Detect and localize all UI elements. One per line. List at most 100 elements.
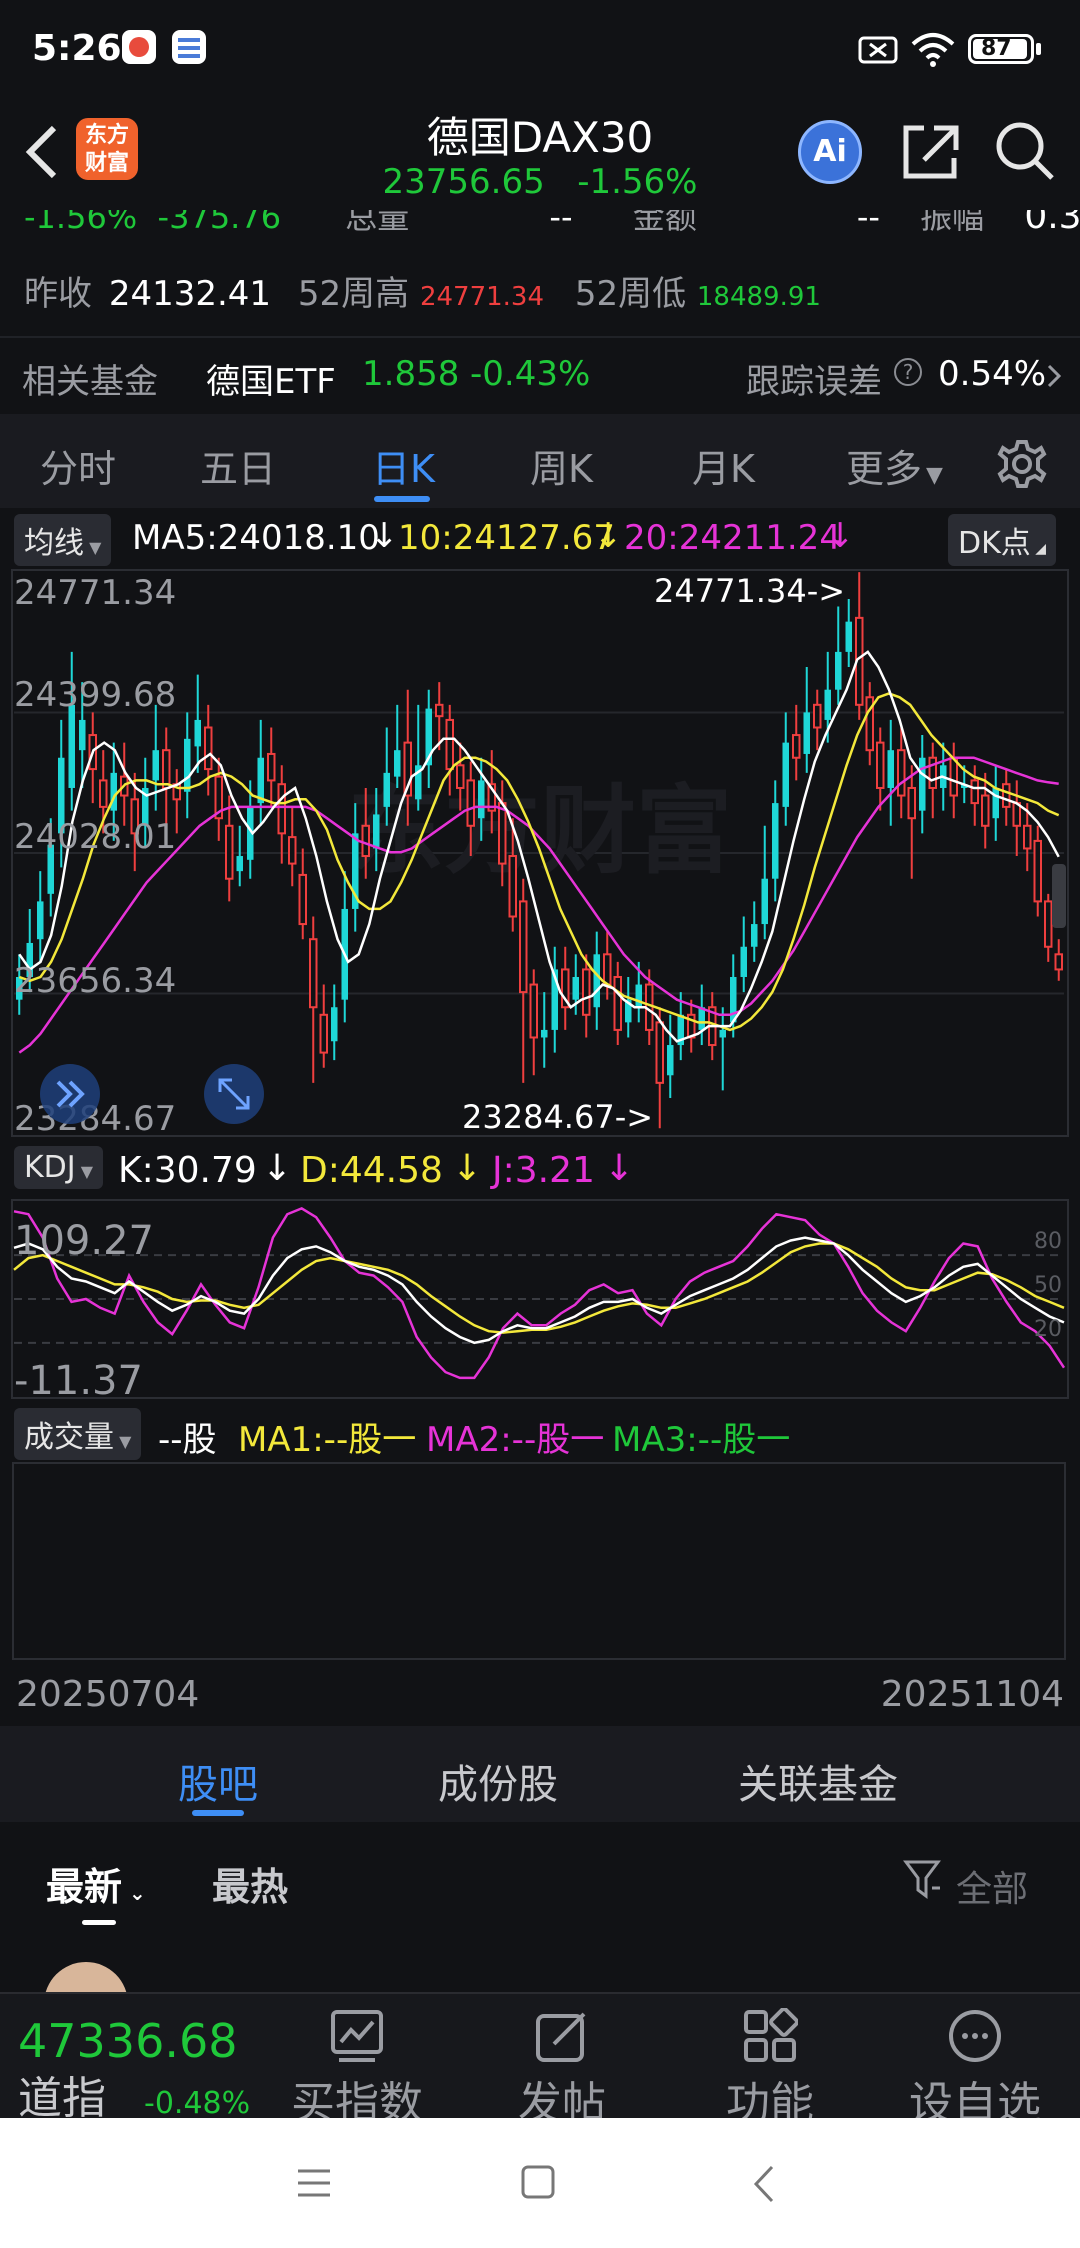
- tab-five-day[interactable]: 五日: [200, 438, 276, 493]
- kdj-j-value: J:3.21: [492, 1150, 595, 1191]
- filter-icon[interactable]: [902, 1858, 942, 1902]
- tab-daily-k[interactable]: 日K: [372, 438, 435, 493]
- status-time: 5:26: [32, 28, 122, 69]
- indicator-selector-kdj[interactable]: KDJ ▼: [14, 1146, 104, 1189]
- tab-constituents[interactable]: 成份股: [438, 1752, 558, 1810]
- volume-ma3: MA3:--股一: [612, 1420, 791, 1460]
- chevron-right-icon: [1047, 364, 1062, 388]
- related-fund-price: 1.858: [362, 354, 460, 394]
- date-end: 20251104: [880, 1674, 1064, 1715]
- functions-button[interactable]: 功能: [700, 2007, 840, 2131]
- quote-panel: -1.56% -375.76 总量 -- 金额 -- 振幅 0.38% 昨收 2…: [0, 210, 1080, 336]
- kdj-legend: KDJ ▼ K:30.79 ↓ D:44.58 ↓ J:3.21 ↓: [0, 1140, 1080, 1198]
- post-button[interactable]: 发帖: [492, 2008, 632, 2131]
- period-tabs: 分时 五日 日K 周K 月K 更多 ▼: [0, 414, 1080, 508]
- volume-legend: 成交量 ▼ --股 MA1:--股一 MA2:--股一 MA3:--股一: [0, 1402, 1080, 1460]
- tab-related-funds[interactable]: 关联基金: [738, 1752, 898, 1810]
- dk-point-button[interactable]: DK点 ◢: [948, 514, 1056, 566]
- indicator-selector-ma[interactable]: 均线 ▼: [14, 514, 112, 566]
- index-ticker[interactable]: 47336.68 道指 -0.48%: [18, 2014, 258, 2124]
- caret-down-icon: ▼: [926, 463, 943, 488]
- ma5-arrow-icon: ↓: [370, 516, 399, 556]
- ma-legend: 均线 ▼ MA5:24018.10 ↓ 10:24127.67 ↓ 20:242…: [0, 508, 1080, 566]
- notification-app-icon: [122, 30, 156, 64]
- battery-icon: 87: [968, 34, 1034, 64]
- sort-hot[interactable]: 最热: [212, 1856, 288, 1911]
- price-axis-label: 24399.68: [14, 675, 176, 715]
- ai-assistant-button[interactable]: Ai: [798, 120, 862, 184]
- date-start: 20250704: [16, 1674, 200, 1715]
- filter-all[interactable]: 全部: [956, 1860, 1028, 1912]
- k-arrow-icon: ↓: [262, 1148, 293, 1189]
- expand-left-icon[interactable]: [40, 1064, 100, 1124]
- chart-scroll-handle[interactable]: [1052, 864, 1066, 928]
- tab-weekly-k[interactable]: 周K: [530, 438, 593, 493]
- price-axis-label: 23656.34: [14, 961, 176, 1001]
- share-icon[interactable]: [900, 120, 960, 182]
- kdj-ref-80: 80: [1034, 1229, 1062, 1254]
- related-fund-label: 相关基金: [22, 362, 158, 402]
- status-bar: 5:26 87: [0, 0, 1080, 100]
- high52-value: 24771.34: [419, 282, 544, 312]
- price-axis-label: 24771.34: [14, 573, 176, 613]
- buy-index-button[interactable]: 买指数: [282, 2008, 432, 2131]
- bottom-toolbar: 47336.68 道指 -0.48% 买指数 发帖 功能 设自选: [0, 1992, 1080, 2129]
- related-fund-name: 德国ETF: [206, 362, 336, 402]
- tab-stock-forum[interactable]: 股吧: [178, 1752, 258, 1810]
- kdj-axis-bottom: -11.37: [14, 1358, 143, 1400]
- search-icon[interactable]: [994, 120, 1056, 182]
- header-price: 23756.65: [382, 162, 545, 202]
- indicator-selector-volume[interactable]: 成交量 ▼: [14, 1408, 142, 1460]
- back-nav-icon[interactable]: [752, 2164, 776, 2204]
- index-change: -0.48%: [144, 2086, 251, 2121]
- tab-active-indicator: [374, 496, 430, 502]
- ma20-arrow-icon: ↓: [826, 516, 855, 556]
- header: 东方 财富 德国DAX30 23756.65 -1.56% Ai: [0, 100, 1080, 210]
- prev-close-label: 昨收: [24, 274, 92, 314]
- low-annotation: 23284.67->: [462, 1098, 653, 1136]
- price-axis-label: 24028.01: [14, 817, 176, 857]
- d-arrow-icon: ↓: [452, 1148, 483, 1189]
- tab-monthly-k[interactable]: 月K: [692, 438, 755, 493]
- kdj-ref-20: 20: [1034, 1317, 1062, 1342]
- ma5-value: MA5:24018.10: [132, 518, 380, 558]
- menu-icon[interactable]: [296, 2166, 332, 2200]
- index-value: 47336.68: [18, 2014, 238, 2068]
- header-change: -1.56%: [577, 162, 698, 202]
- help-icon[interactable]: ?: [894, 358, 922, 386]
- kline-chart[interactable]: 东方财富 24771.34 24399.68 24028.01 23656.34…: [0, 564, 1080, 1138]
- low52-value: 18489.91: [696, 282, 821, 312]
- fullscreen-icon[interactable]: [204, 1064, 264, 1124]
- high-annotation: 24771.34->: [654, 572, 845, 610]
- volume-chart[interactable]: [12, 1462, 1066, 1660]
- tracking-error-value: 0.54%: [938, 354, 1047, 394]
- high52-label: 52周高: [297, 274, 410, 314]
- add-watchlist-button[interactable]: 设自选: [900, 2008, 1050, 2131]
- grid-icon: [744, 2007, 799, 2062]
- kdj-chart[interactable]: 109.27 -11.37 80 50 20: [0, 1198, 1080, 1400]
- ma10-value: 10:24127.67: [398, 518, 615, 558]
- volume-value: --股: [158, 1420, 217, 1460]
- quote-row: 昨收 24132.41 52周高 24771.34 52周低 18489.91: [24, 266, 821, 315]
- ma10-arrow-icon: ↓: [594, 516, 623, 556]
- volume-ma2: MA2:--股一: [426, 1420, 605, 1460]
- ma20-value: 20:24211.24: [624, 518, 841, 558]
- settings-gear-icon[interactable]: [996, 438, 1048, 490]
- volume-ma1: MA1:--股一: [238, 1420, 417, 1460]
- kdj-d-value: D:44.58: [300, 1150, 443, 1191]
- tab-more[interactable]: 更多 ▼: [846, 438, 943, 493]
- content-tabs: 股吧 成份股 关联基金: [0, 1726, 1080, 1822]
- related-fund-change: -0.43%: [470, 354, 591, 394]
- content-tab-indicator: [192, 1810, 244, 1816]
- system-nav-bar: [0, 2118, 1080, 2248]
- sort-latest[interactable]: 最新 ⌄: [46, 1856, 146, 1911]
- j-arrow-icon: ↓: [604, 1148, 635, 1189]
- tab-intraday[interactable]: 分时: [40, 438, 116, 493]
- notification-calendar-icon: [172, 30, 206, 64]
- home-icon[interactable]: [520, 2164, 556, 2202]
- edit-icon: [536, 2012, 586, 2062]
- related-fund-row[interactable]: 相关基金 德国ETF 1.858 -0.43% 跟踪误差 ? 0.54%: [0, 338, 1080, 414]
- forum-sort-row: 最新 ⌄ 最热 全部: [0, 1822, 1080, 2046]
- sim-off-icon: [858, 36, 898, 64]
- kdj-ref-50: 50: [1034, 1273, 1062, 1298]
